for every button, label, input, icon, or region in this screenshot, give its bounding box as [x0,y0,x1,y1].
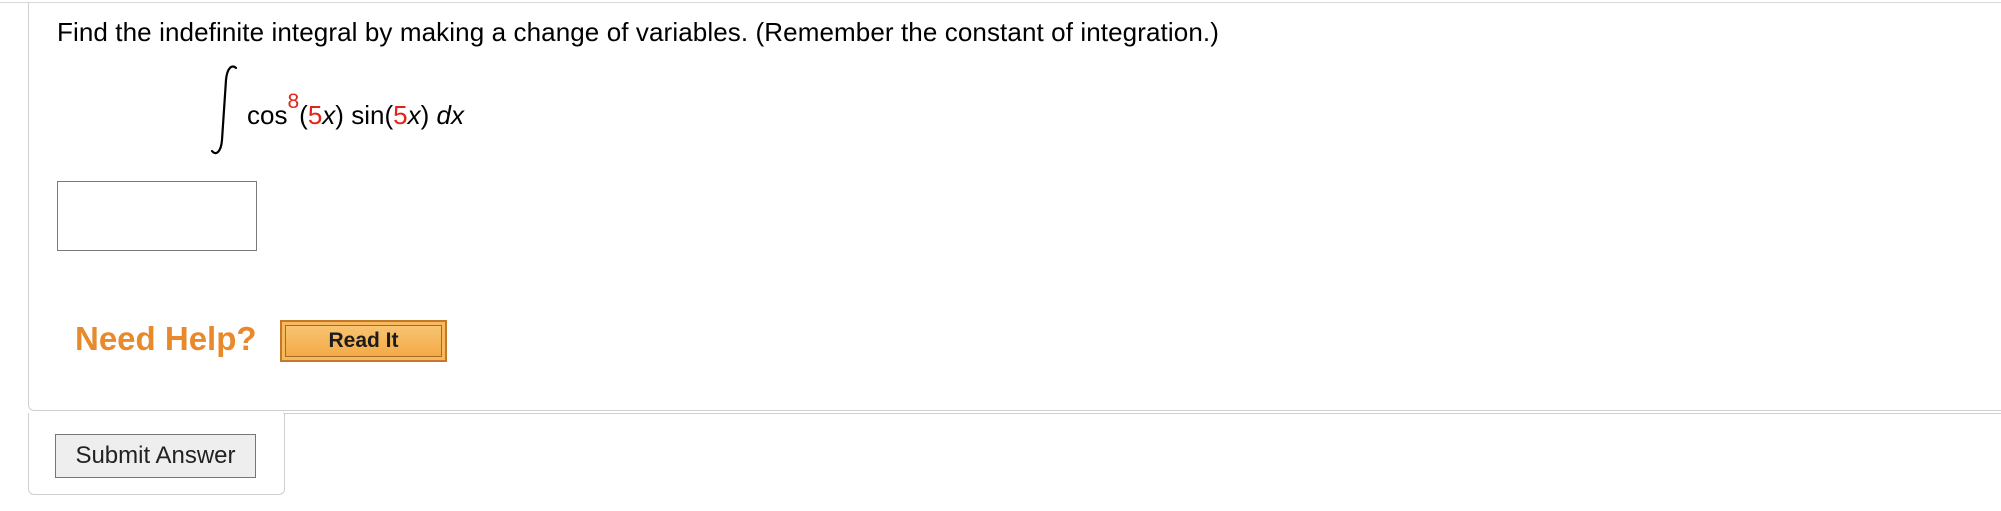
integral-sign-icon [210,65,238,155]
submit-divider [283,413,2001,414]
answer-input[interactable] [57,181,257,251]
paren-open: ( [299,100,308,130]
paren-open: ( [384,100,394,130]
differential: dx [436,100,464,130]
integrand-expression: cos8(5x) sin(5x) dx [247,90,464,131]
question-prompt: Find the indefinite integral by making a… [57,17,1219,47]
submit-answer-button[interactable]: Submit Answer [55,434,256,478]
sin-function: sin [351,100,385,130]
coefficient: 5 [307,100,323,130]
paren-close: ) [420,100,430,130]
cos-function: cos [247,100,288,130]
coefficient: 5 [393,100,408,130]
need-help-label: Need Help? [75,320,257,357]
read-it-label: Read It [285,325,442,357]
variable: x [407,100,421,130]
variable: x [322,100,336,130]
paren-close: ) [335,100,344,130]
exponent: 8 [287,90,300,113]
read-it-button[interactable]: Read It [280,320,447,362]
